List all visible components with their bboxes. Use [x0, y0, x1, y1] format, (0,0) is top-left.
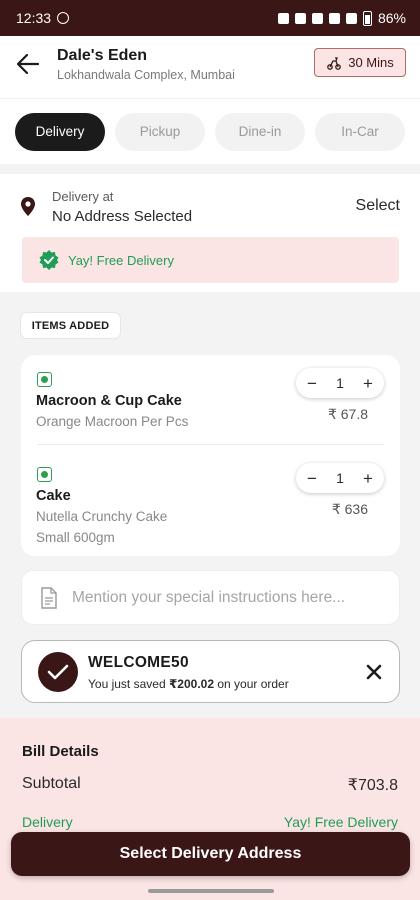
close-icon [366, 664, 382, 680]
address-value: No Address Selected [52, 208, 193, 225]
savings-suffix: on your order [214, 677, 289, 691]
item-price: ₹ 67.8 [327, 406, 368, 422]
coupon-applied-icon [38, 652, 78, 692]
coupon-code: WELCOME50 [88, 654, 189, 671]
veg-indicator-icon [37, 467, 52, 482]
location-pin-icon [21, 197, 35, 216]
item-divider [37, 444, 384, 445]
item-name: Macroon & Cup Cake [36, 393, 182, 409]
select-address-button[interactable]: Select [356, 197, 400, 215]
subtotal-value: ₹703.8 [347, 777, 398, 794]
delivery-scooter-icon [327, 56, 342, 70]
delivery-fee-row: Delivery Yay! Free Delivery [22, 814, 398, 830]
delivery-fee-label: Delivery [22, 814, 73, 830]
cart-items-card: Macroon & Cup Cake Orange Macroon Per Pc… [21, 355, 400, 556]
check-icon [47, 664, 69, 680]
quantity-stepper: − 1 + [296, 463, 384, 493]
eta-badge: 30 Mins [314, 48, 406, 77]
quantity-value: 1 [336, 470, 344, 486]
free-delivery-text: Yay! Free Delivery [68, 252, 174, 268]
quantity-stepper: − 1 + [296, 368, 384, 398]
battery-icon [362, 10, 372, 26]
wifi-icon [328, 12, 340, 24]
instructions-placeholder: Mention your special instructions here..… [72, 588, 346, 606]
eta-text: 30 Mins [348, 55, 394, 70]
item-description: Orange Macroon Per Pcs [36, 414, 189, 429]
status-left: 12:33 [16, 10, 70, 26]
select-delivery-address-button[interactable]: Select Delivery Address [11, 832, 410, 876]
order-type-tabs: Delivery Pickup Dine-in In-Car [0, 98, 420, 164]
coupon-savings-message: You just saved ₹200.02 on your order [88, 677, 289, 691]
home-gesture-bar[interactable] [148, 889, 274, 893]
store-address: Lokhandwala Complex, Mumbai [57, 68, 235, 82]
tab-delivery[interactable]: Delivery [15, 112, 105, 151]
remove-coupon-button[interactable] [363, 661, 385, 683]
savings-prefix: You just saved [88, 677, 169, 691]
store-header: Dale's Eden Lokhandwala Complex, Mumbai … [0, 36, 420, 98]
special-instructions-input[interactable]: Mention your special instructions here..… [21, 570, 400, 625]
delivery-fee-value: Yay! Free Delivery [283, 814, 398, 830]
items-added-chip: ITEMS ADDED [20, 312, 121, 339]
delivery-at-label: Delivery at [52, 189, 114, 204]
quantity-value: 1 [336, 375, 344, 391]
tab-pickup[interactable]: Pickup [115, 112, 205, 151]
savings-amount: ₹200.02 [168, 677, 215, 691]
status-bar: 12:33 86% [0, 0, 420, 36]
item-description: Nutella Crunchy Cake [36, 509, 168, 524]
globe-icon [57, 12, 70, 24]
back-arrow-icon [16, 53, 40, 75]
store-name: Dale's Eden [57, 47, 148, 64]
back-button[interactable] [12, 50, 44, 78]
mute-icon [311, 12, 323, 24]
item-name: Cake [36, 488, 71, 504]
subtotal-label: Subtotal [22, 775, 81, 792]
status-time: 12:33 [16, 10, 52, 26]
increase-quantity-button[interactable]: + [363, 375, 373, 392]
alarm-icon [277, 12, 289, 24]
bluetooth-icon [294, 12, 306, 24]
tab-in-car[interactable]: In-Car [315, 112, 405, 151]
free-delivery-banner: Yay! Free Delivery [22, 237, 399, 283]
veg-indicator-icon [37, 372, 52, 387]
battery-level: 86% [377, 10, 406, 26]
bill-details-title: Bill Details [22, 743, 99, 760]
verified-badge-icon [39, 250, 59, 270]
item-price: ₹ 636 [331, 501, 368, 517]
applied-coupon-card: WELCOME50 You just saved ₹200.02 on your… [21, 640, 400, 703]
status-right: 86% [277, 10, 406, 26]
tab-dine-in[interactable]: Dine-in [215, 112, 305, 151]
decrease-quantity-button[interactable]: − [307, 470, 317, 487]
note-icon [41, 586, 57, 609]
subtotal-row: Subtotal ₹703.8 [22, 775, 398, 795]
delivery-address-card: Delivery at No Address Selected Select Y… [0, 174, 420, 292]
item-variant: Small 600gm [36, 530, 115, 545]
decrease-quantity-button[interactable]: − [307, 375, 317, 392]
signal-icon [345, 12, 357, 24]
increase-quantity-button[interactable]: + [363, 470, 373, 487]
